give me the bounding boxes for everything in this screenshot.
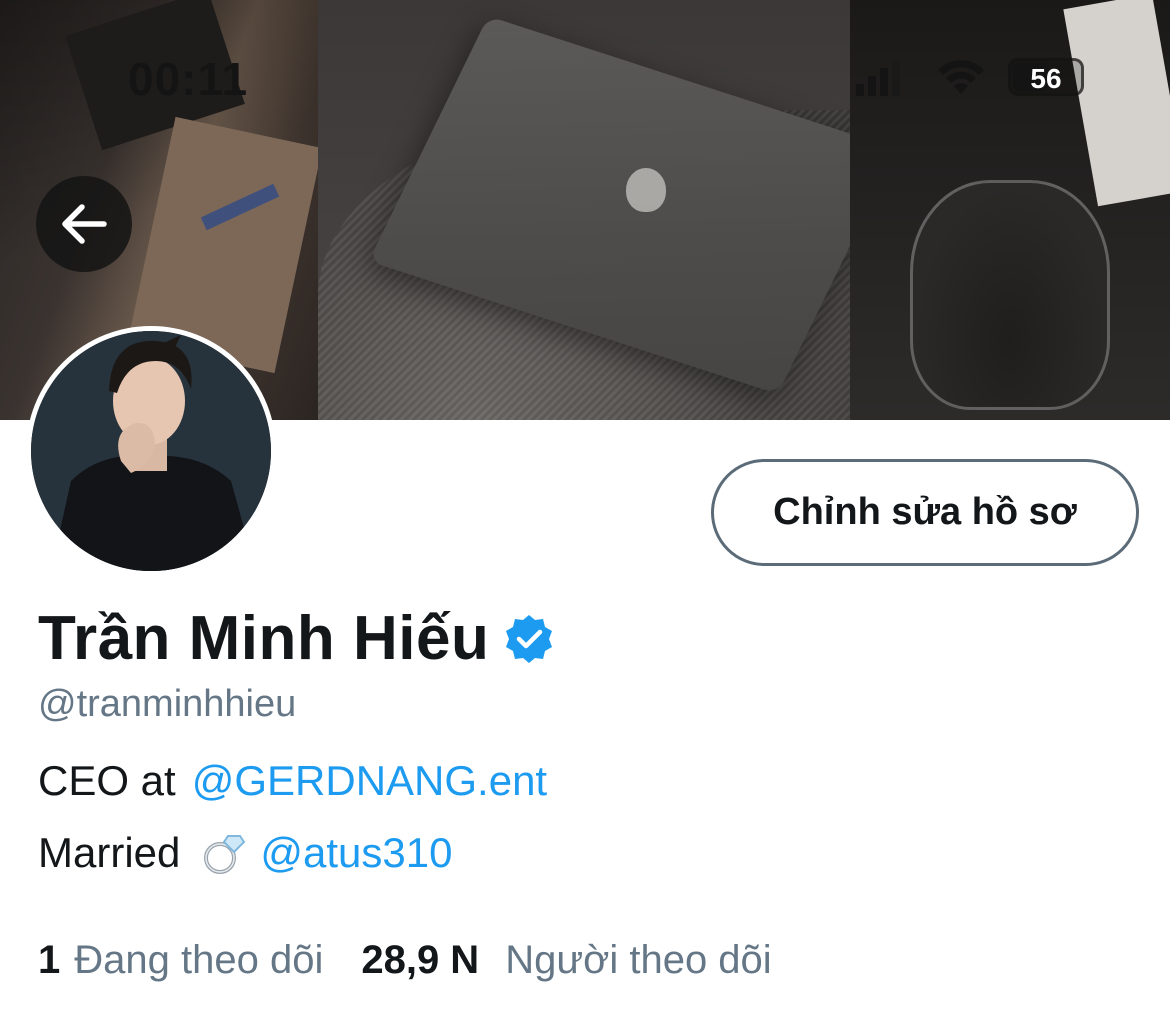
battery-icon: 56	[1008, 58, 1084, 96]
bio-text-married: Married	[38, 829, 181, 876]
following-label: Đang theo dõi	[74, 938, 324, 982]
follow-stats: 1 Đang theo dõi 28,9 N Người theo dõi	[38, 938, 772, 983]
followers-label: Người theo dõi	[505, 938, 772, 982]
bio-line-2: Married @atus310	[38, 829, 452, 877]
display-name: Trần Minh Hiếu	[38, 604, 490, 673]
battery-percentage: 56	[1030, 63, 1062, 94]
edit-profile-button[interactable]: Chỉnh sửa hồ sơ	[711, 459, 1139, 566]
apple-logo-icon	[626, 168, 666, 212]
back-button[interactable]	[36, 176, 132, 272]
wifi-icon	[938, 60, 984, 94]
cellular-signal-icon	[856, 58, 902, 96]
bio-link-gerdnang[interactable]: @GERDNANG.ent	[192, 757, 547, 805]
status-time: 00:11	[128, 53, 249, 105]
bio-text-ceo: CEO at	[38, 757, 176, 804]
avatar-photo	[31, 331, 271, 571]
verified-badge-icon	[506, 614, 553, 663]
bio-link-atus310[interactable]: @atus310	[260, 829, 452, 877]
user-handle: @tranminhhieu	[38, 683, 297, 725]
bio-line-1: CEO at @GERDNANG.ent	[38, 757, 547, 805]
ring-icon	[204, 835, 246, 874]
banner-photo-laptop	[318, 0, 898, 420]
display-name-row: Trần Minh Hiếu	[38, 603, 555, 674]
followers-stat[interactable]: 28,9 N Người theo dõi	[361, 938, 771, 983]
following-stat[interactable]: 1 Đang theo dõi	[38, 938, 323, 983]
profile-avatar[interactable]	[26, 326, 276, 576]
profile-page: 00:11 56 Chỉnh sửa hồ sơ Trần Minh Hiếu …	[0, 0, 1170, 1013]
followers-count: 28,9 N	[361, 938, 480, 982]
following-count: 1	[38, 938, 61, 982]
arrow-left-icon	[62, 204, 107, 244]
